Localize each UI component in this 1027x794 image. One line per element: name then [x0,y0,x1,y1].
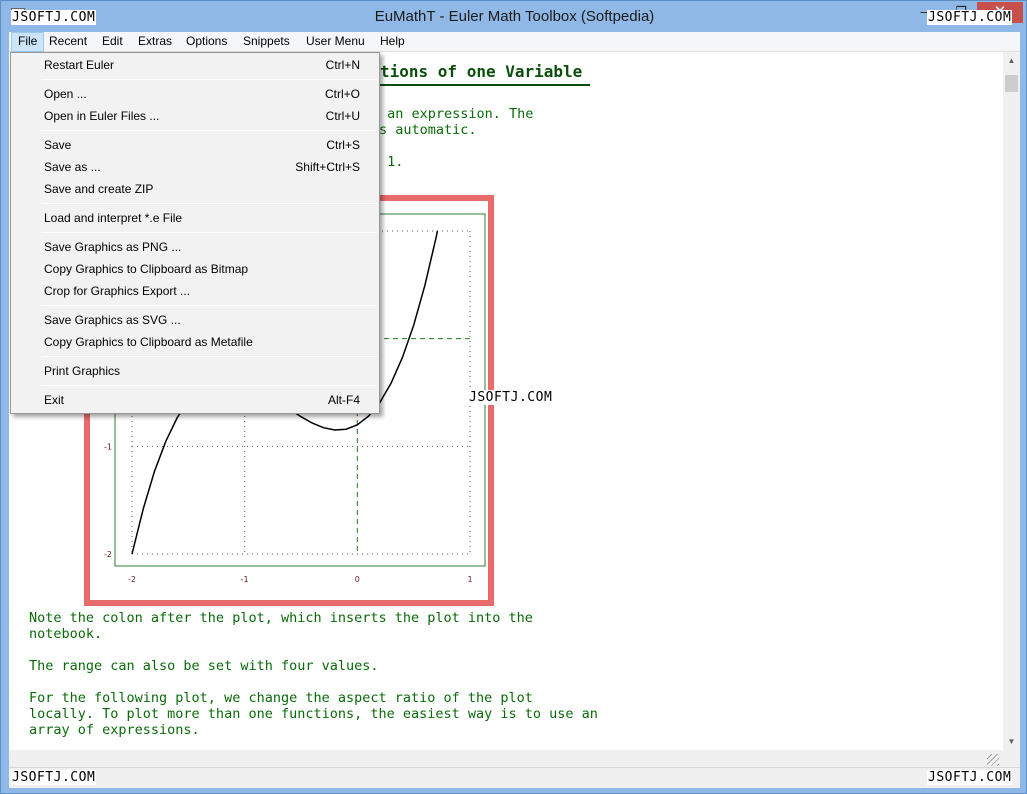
menu-separator [41,232,377,233]
menu-item-label: Save Graphics as SVG ... [44,313,181,327]
menu-item-open-in-euler-files[interactable]: Open in Euler Files ... Ctrl+U [13,105,377,127]
menu-separator [41,385,377,386]
menu-edit[interactable]: Edit [96,32,129,52]
menu-item-label: Open ... [44,87,87,101]
menu-item-save-graphics-png[interactable]: Save Graphics as PNG ... [13,236,377,258]
scroll-up-icon[interactable]: ▲ [1003,52,1020,69]
notebook-note-1-line-1: Note the colon after the plot, which ins… [29,610,533,626]
menu-item-restart-euler[interactable]: Restart Euler Ctrl+N [13,54,377,76]
menu-item-save-and-create-zip[interactable]: Save and create ZIP [13,178,377,200]
scroll-thumb[interactable] [1005,75,1018,92]
menu-options[interactable]: Options [180,32,233,52]
menu-item-label: Restart Euler [44,58,115,72]
title-bar[interactable]: EuMathT - Euler Math Toolbox (Softpedia)… [1,1,1027,32]
x-tick-label: -1 [241,575,249,584]
notebook-text-intro-1: an expression. The [379,106,534,122]
menu-item-save-graphics-svg[interactable]: Save Graphics as SVG ... [13,309,377,331]
menu-item-load-and-interpret[interactable]: Load and interpret *.e File [13,207,377,229]
x-tick-label: -2 [128,575,136,584]
watermark-top-left: JSOFTJ.COM [11,10,97,25]
notebook-note-3-line-2: locally. To plot more than one functions… [29,706,598,722]
menu-recent[interactable]: Recent [43,32,93,52]
vertical-scrollbar[interactable]: ▲ ▼ [1003,52,1020,750]
notebook-text-intro-3: 1. [379,154,404,170]
status-bar [9,767,1020,788]
menu-separator [41,79,377,80]
menu-item-label: Open in Euler Files ... [44,109,160,123]
watermark-bottom-right: JSOFTJ.COM [927,770,1013,785]
menu-item-save-as[interactable]: Save as ... Shift+Ctrl+S [13,156,377,178]
menu-item-print-graphics[interactable]: Print Graphics [13,360,377,382]
menu-item-shortcut: Ctrl+N [325,58,360,72]
menu-separator [41,356,377,357]
resize-grip-icon[interactable] [987,754,999,766]
section-heading: tions of one Variable [380,62,583,81]
menu-user-menu[interactable]: User Menu [300,32,371,52]
notebook-note-3-line-1: For the following plot, we change the as… [29,690,533,706]
menu-item-open[interactable]: Open ... Ctrl+O [13,83,377,105]
menu-item-label: Crop for Graphics Export ... [44,284,191,298]
menu-item-label: Print Graphics [44,364,121,378]
menu-separator [41,203,377,204]
notebook-note-3-line-3: array of expressions. [29,722,200,738]
menu-item-label: Copy Graphics to Clipboard as Bitmap [44,262,249,276]
menu-item-copy-graphics-metafile[interactable]: Copy Graphics to Clipboard as Metafile [13,331,377,353]
menu-item-exit[interactable]: Exit Alt-F4 [13,389,377,411]
heading-underline [371,84,590,86]
x-tick-label: 1 [467,575,472,584]
notebook-note-1-line-2: notebook. [29,626,103,642]
menu-separator [41,130,377,131]
app-window: EuMathT - Euler Math Toolbox (Softpedia)… [0,0,1027,794]
watermark-center: JSOFTJ.COM [468,390,554,405]
file-menu-dropdown: Restart Euler Ctrl+N Open ... Ctrl+O Ope… [10,52,380,414]
menu-item-shortcut: Shift+Ctrl+S [295,160,360,174]
menu-file[interactable]: File [11,32,45,52]
menu-item-shortcut: Ctrl+S [326,138,360,152]
menu-item-crop-for-graphics-export[interactable]: Crop for Graphics Export ... [13,280,377,302]
menu-item-label: Save [44,138,72,152]
menu-help[interactable]: Help [374,32,411,52]
menu-item-shortcut: Alt-F4 [327,393,360,407]
notebook-text-intro-2: s automatic. [379,122,477,138]
y-tick-label: -1 [104,442,112,451]
menu-bar: File Recent Edit Extras Options Snippets… [9,32,1020,52]
menu-item-label: Exit [44,393,65,407]
menu-item-label: Save and create ZIP [44,182,154,196]
scroll-down-icon[interactable]: ▼ [1003,733,1020,750]
watermark-bottom-left: JSOFTJ.COM [11,770,97,785]
notebook-note-2: The range can also be set with four valu… [29,658,379,674]
menu-snippets[interactable]: Snippets [237,32,296,52]
menu-item-label: Save Graphics as PNG ... [44,240,182,254]
horizontal-scrollbar[interactable] [9,750,1003,767]
window-title: EuMathT - Euler Math Toolbox (Softpedia) [374,8,655,25]
menu-item-save[interactable]: Save Ctrl+S [13,134,377,156]
menu-item-shortcut: Ctrl+O [324,87,360,101]
menu-extras[interactable]: Extras [132,32,178,52]
scrollbar-corner [1003,750,1020,767]
y-tick-label: -2 [104,550,112,559]
menu-item-label: Save as ... [44,160,101,174]
menu-item-label: Load and interpret *.e File [44,211,183,225]
menu-item-shortcut: Ctrl+U [325,109,360,123]
menu-item-copy-graphics-bitmap[interactable]: Copy Graphics to Clipboard as Bitmap [13,258,377,280]
x-tick-label: 0 [355,575,360,584]
menu-separator [41,305,377,306]
watermark-top-right: JSOFTJ.COM [927,10,1013,25]
menu-item-label: Copy Graphics to Clipboard as Metafile [44,335,253,349]
